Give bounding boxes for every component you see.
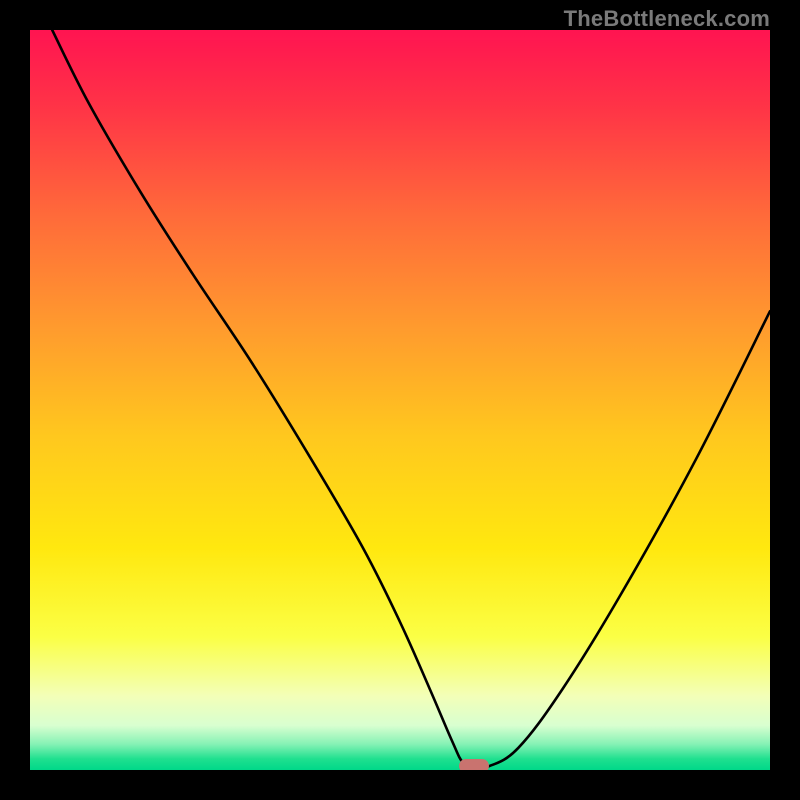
watermark-text: TheBottleneck.com xyxy=(564,6,770,32)
chart-container: TheBottleneck.com xyxy=(0,0,800,800)
plot-area xyxy=(30,30,770,770)
curve-layer xyxy=(30,30,770,770)
optimal-marker xyxy=(459,759,489,770)
bottleneck-curve xyxy=(52,30,770,768)
